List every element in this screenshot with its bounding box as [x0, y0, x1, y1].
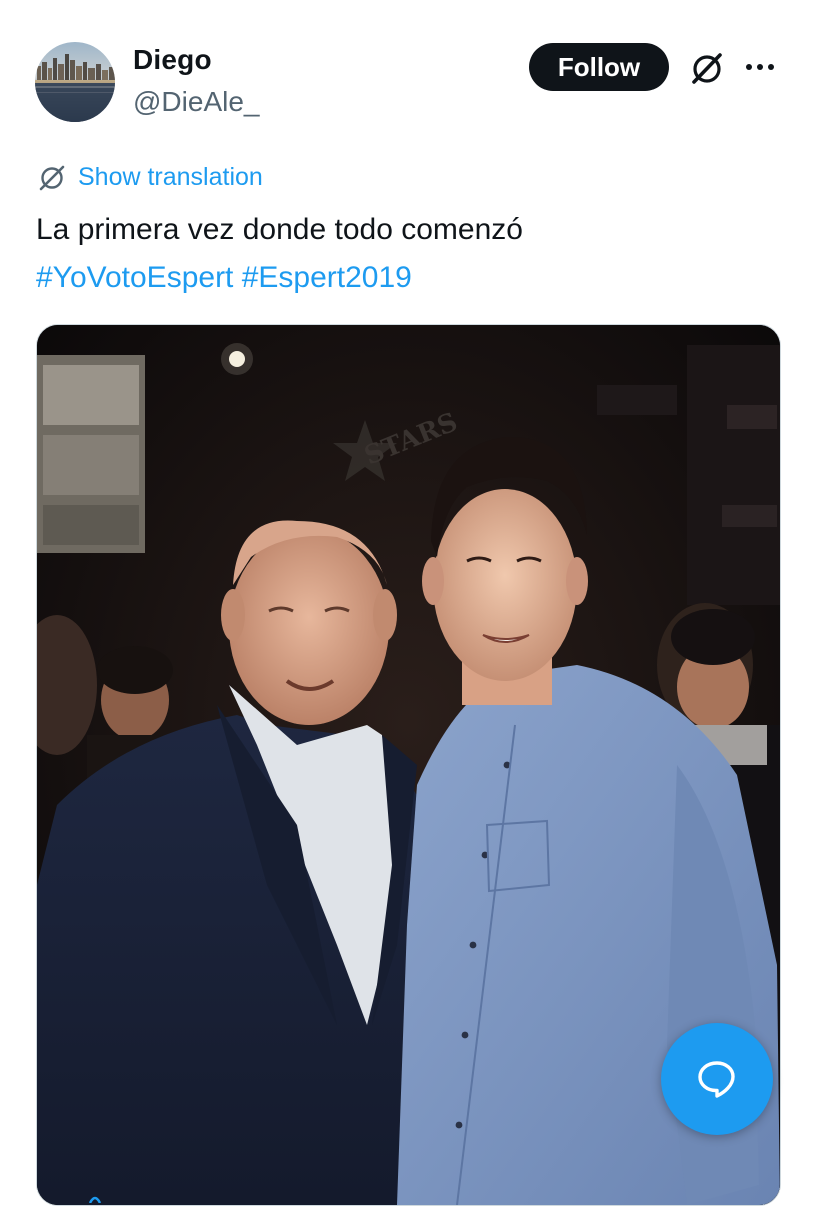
hashtag-espert2019[interactable]: #Espert2019: [242, 261, 412, 294]
tweet-body: La primera vez donde todo comenzó: [36, 213, 523, 246]
show-translation-link[interactable]: Show translation: [78, 163, 263, 192]
city-skyline-avatar-icon: [35, 42, 115, 122]
translation-row[interactable]: Show translation: [36, 160, 263, 194]
hashtag-yovotoespert[interactable]: #YoVotoEspert: [36, 261, 233, 294]
tweet-header: Diego @DieAle_ Follow: [0, 0, 815, 140]
tweet-text: La primera vez donde todo comenzó #YoVot…: [36, 206, 776, 302]
reply-button[interactable]: [661, 1023, 773, 1135]
follow-button[interactable]: Follow: [529, 43, 669, 91]
hashtag-row: #YoVotoEspert #Espert2019: [36, 254, 776, 302]
more-options-icon[interactable]: [740, 52, 780, 82]
avatar[interactable]: [35, 42, 115, 122]
grok-translate-icon: [39, 165, 65, 191]
next-item-peek-icon: [88, 1190, 102, 1204]
display-name[interactable]: Diego: [133, 44, 212, 76]
grok-icon[interactable]: [687, 48, 727, 88]
user-handle[interactable]: @DieAle_: [133, 86, 259, 118]
reply-bubble-icon: [698, 1061, 735, 1098]
